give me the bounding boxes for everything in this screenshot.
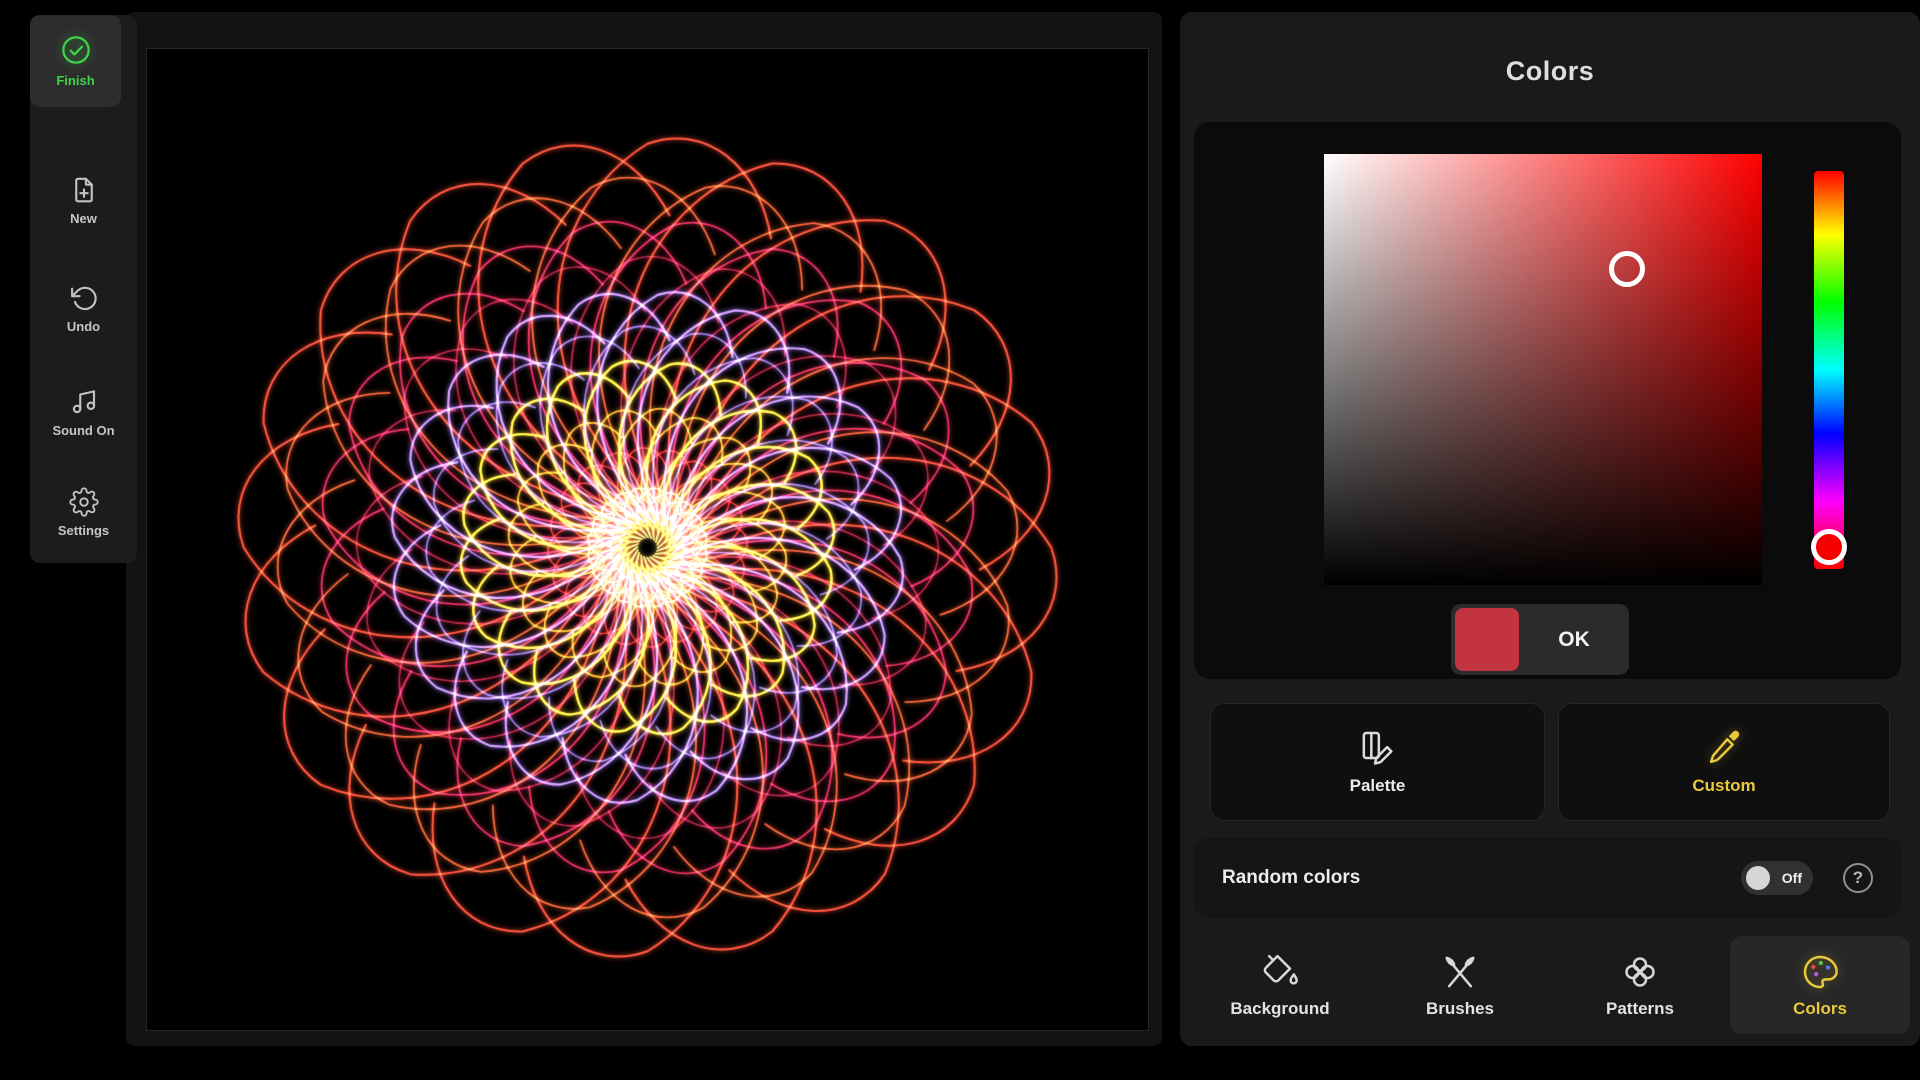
question-icon: ? xyxy=(1853,868,1863,888)
settings-button[interactable]: Settings xyxy=(30,487,137,538)
undo-icon xyxy=(69,283,99,313)
undo-button[interactable]: Undo xyxy=(30,283,137,334)
help-button[interactable]: ? xyxy=(1843,863,1873,893)
colors-panel: Colors OK Palette Custom Random colors xyxy=(1180,12,1920,1046)
sound-toggle-button[interactable]: Sound On xyxy=(30,387,137,438)
swatch-card-icon xyxy=(1358,728,1398,768)
toggle-knob-icon xyxy=(1746,866,1770,890)
paint-bucket-icon xyxy=(1260,952,1300,992)
panel-title: Colors xyxy=(1180,56,1920,87)
tab-brushes-label: Brushes xyxy=(1426,999,1494,1019)
file-plus-icon xyxy=(69,175,99,205)
app-window: Finish New Undo Sound On Settings xyxy=(0,0,1920,1080)
painter-palette-icon xyxy=(1800,952,1840,992)
new-button[interactable]: New xyxy=(30,175,137,226)
drawing-canvas-frame xyxy=(146,48,1149,1031)
music-notes-icon xyxy=(69,387,99,417)
left-toolbar: Finish New Undo Sound On Settings xyxy=(30,15,137,563)
tab-colors-label: Colors xyxy=(1793,999,1847,1019)
tab-patterns-label: Patterns xyxy=(1606,999,1674,1019)
tab-brushes[interactable]: Brushes xyxy=(1370,936,1550,1034)
random-colors-label: Random colors xyxy=(1222,867,1711,889)
finish-button[interactable]: Finish xyxy=(30,15,121,107)
custom-mode-button[interactable]: Custom xyxy=(1558,703,1890,821)
selected-color-swatch xyxy=(1455,608,1519,671)
drawing-canvas[interactable] xyxy=(147,49,1148,1030)
sound-label: Sound On xyxy=(52,423,114,438)
flower-icon xyxy=(1620,952,1660,992)
random-colors-toggle[interactable]: Off xyxy=(1741,861,1813,895)
palette-mode-button[interactable]: Palette xyxy=(1210,703,1545,821)
palette-label: Palette xyxy=(1350,776,1406,796)
settings-label: Settings xyxy=(58,523,109,538)
tab-patterns[interactable]: Patterns xyxy=(1550,936,1730,1034)
gear-icon xyxy=(69,487,99,517)
new-label: New xyxy=(70,211,97,226)
color-picker: OK xyxy=(1194,122,1901,679)
random-colors-row: Random colors Off ? xyxy=(1194,838,1901,918)
canvas-area xyxy=(126,12,1162,1046)
undo-label: Undo xyxy=(67,319,100,334)
toggle-state-label: Off xyxy=(1782,870,1802,886)
bottom-tabbar: Background Brushes Patterns Colors xyxy=(1190,936,1910,1034)
custom-label: Custom xyxy=(1692,776,1755,796)
finish-label: Finish xyxy=(56,73,94,88)
sv-selector-ring[interactable] xyxy=(1609,251,1645,287)
tab-colors[interactable]: Colors xyxy=(1730,936,1910,1034)
ok-button[interactable]: OK xyxy=(1451,604,1629,675)
hue-selector-ring[interactable] xyxy=(1811,529,1847,565)
check-circle-icon xyxy=(60,34,92,66)
tab-background-label: Background xyxy=(1230,999,1329,1019)
eyedropper-icon xyxy=(1704,728,1744,768)
saturation-value-square[interactable] xyxy=(1324,154,1762,585)
tab-background[interactable]: Background xyxy=(1190,936,1370,1034)
hue-slider[interactable] xyxy=(1814,171,1844,569)
crossed-brushes-icon xyxy=(1440,952,1480,992)
ok-label: OK xyxy=(1519,628,1629,652)
